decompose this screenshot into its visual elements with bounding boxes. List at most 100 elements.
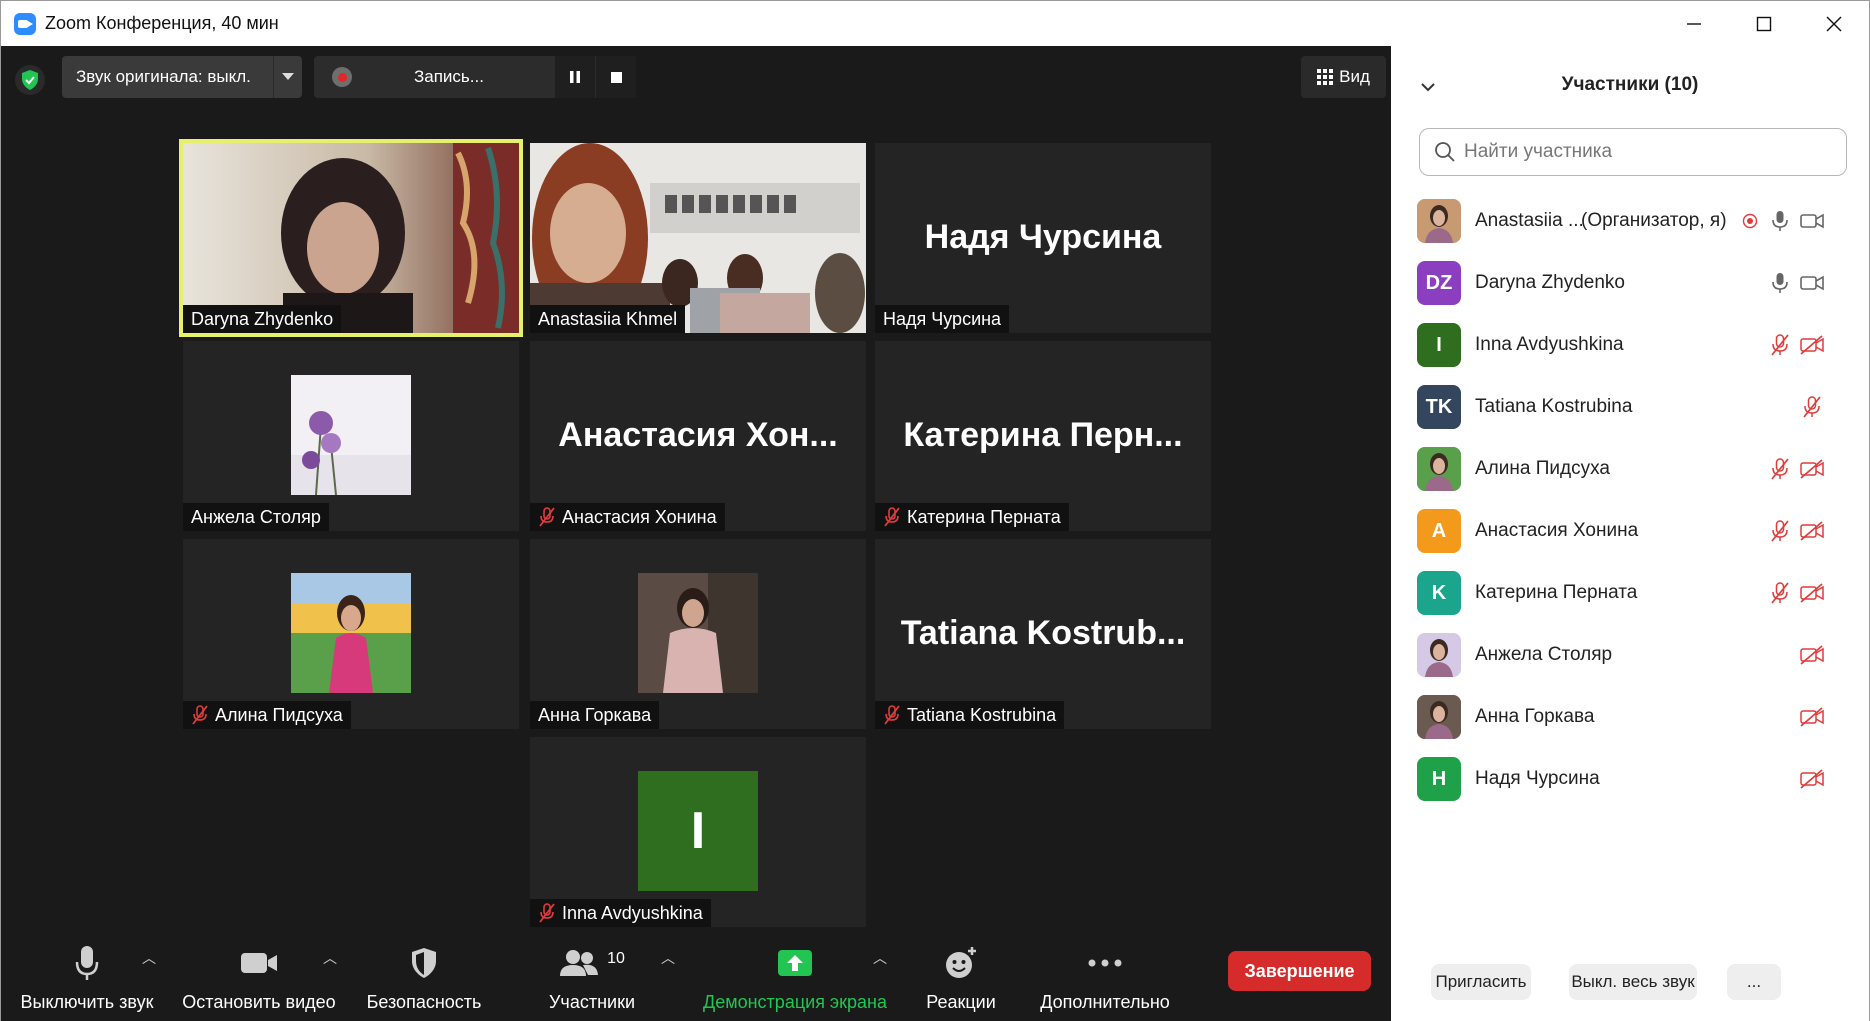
mic-muted-icon[interactable] — [1767, 518, 1793, 544]
mic-muted-icon[interactable] — [1799, 394, 1825, 420]
participant-name: Tatiana Kostrubina — [1475, 396, 1633, 417]
video-tile[interactable]: Анастасия Хон... Анастасия Хонина — [530, 341, 866, 531]
mic-muted-icon — [192, 705, 208, 725]
recording-bar: Запись... — [314, 56, 636, 98]
security-label: Безопасность — [366, 992, 482, 1012]
window-title: Zoom Конференция, 40 мин — [45, 13, 279, 33]
mic-muted-icon[interactable] — [1767, 332, 1793, 358]
stop-video-label: Остановить видео — [182, 992, 336, 1012]
participant-avatar — [291, 573, 411, 693]
participant-row[interactable]: Анна Горкава — [1391, 686, 1869, 748]
invite-button[interactable]: Пригласить — [1431, 964, 1531, 1000]
mute-button[interactable]: Выключить звук — [15, 934, 159, 1021]
microphone-icon[interactable] — [1767, 208, 1793, 234]
mute-all-button[interactable]: Выкл. весь звук — [1569, 964, 1697, 1000]
view-label: Вид — [1339, 67, 1370, 86]
video-tile[interactable]: Анна Горкава — [530, 539, 866, 729]
stop-video-button[interactable]: Остановить видео — [179, 934, 339, 1021]
participant-avatar: TK — [1417, 385, 1461, 429]
mic-muted-icon[interactable] — [1767, 456, 1793, 482]
video-tile[interactable]: Daryna Zhydenko — [179, 139, 523, 337]
video-off-icon[interactable] — [1799, 580, 1825, 606]
tile-big-name: Анастасия Хон... — [558, 416, 838, 454]
participant-avatar — [1417, 633, 1461, 677]
video-tile[interactable]: Анжела Столяр — [183, 341, 519, 531]
video-tile[interactable]: Anastasiia Khmel — [530, 143, 866, 333]
chevron-up-icon[interactable]: ︿ — [142, 948, 156, 968]
participant-row[interactable]: TK Tatiana Kostrubina — [1391, 376, 1869, 438]
video-tile[interactable]: Надя Чурсина Надя Чурсина — [875, 143, 1211, 333]
mute-label: Выключить звук — [20, 992, 154, 1012]
chevron-down-icon[interactable] — [273, 56, 302, 98]
tile-name-label: Анжела Столяр — [183, 503, 329, 531]
more-options-button[interactable]: ... — [1727, 964, 1781, 1000]
maximize-icon — [1756, 16, 1772, 31]
close-button[interactable] — [1799, 1, 1869, 46]
participant-avatar — [1417, 695, 1461, 739]
tile-name-label: Inna Avdyushkina — [530, 899, 711, 927]
participant-avatar: I — [1417, 323, 1461, 367]
end-meeting-button[interactable]: Завершение — [1228, 951, 1371, 991]
maximize-button[interactable] — [1729, 1, 1799, 46]
microphone-icon[interactable] — [1767, 270, 1793, 296]
panel-title: Участники (10) — [1561, 74, 1699, 95]
video-off-icon[interactable] — [1799, 704, 1825, 730]
video-off-icon[interactable] — [1799, 642, 1825, 668]
tile-name-label: Алина Пидсуха — [183, 701, 351, 729]
participant-row[interactable]: A Анастасия Хонина — [1391, 500, 1869, 562]
video-tile[interactable]: Катерина Перн... Катерина Перната — [875, 341, 1211, 531]
search-placeholder: Найти участника — [1464, 141, 1613, 162]
participants-label: Участники — [549, 992, 635, 1012]
panel-footer: Пригласить Выкл. весь звук ... — [1391, 964, 1869, 1008]
minimize-icon — [1687, 22, 1701, 25]
participant-avatar — [291, 375, 411, 495]
pause-recording-button[interactable] — [555, 56, 595, 98]
participant-avatar: DZ — [1417, 261, 1461, 305]
participant-row[interactable]: I Inna Avdyushkina — [1391, 314, 1869, 376]
tile-big-name: Катерина Перн... — [903, 416, 1183, 454]
original-audio-label: Звук оригинала: выкл. — [76, 67, 251, 86]
mic-muted-icon[interactable] — [1767, 580, 1793, 606]
participant-row[interactable]: DZ Daryna Zhydenko — [1391, 252, 1869, 314]
participant-row[interactable]: H Надя Чурсина — [1391, 748, 1869, 810]
participant-avatar — [638, 573, 758, 693]
encryption-shield-icon[interactable] — [15, 65, 45, 95]
more-button[interactable]: Дополнительно — [1031, 934, 1179, 1021]
recording-label: Запись... — [414, 67, 484, 86]
participant-row[interactable]: Анжела Столяр — [1391, 624, 1869, 686]
share-screen-button[interactable]: Демонстрация экрана — [699, 934, 891, 1021]
chevron-up-icon[interactable]: ︿ — [873, 948, 887, 968]
stop-recording-button[interactable] — [596, 56, 636, 98]
video-off-icon[interactable] — [1799, 518, 1825, 544]
video-camera-icon[interactable] — [1799, 270, 1825, 296]
video-tile[interactable]: Алина Пидсуха — [183, 539, 519, 729]
video-tile[interactable]: I Inna Avdyushkina — [530, 737, 866, 927]
minimize-button[interactable] — [1659, 1, 1729, 46]
participants-button[interactable]: 10 Участники — [539, 934, 645, 1021]
grid-icon — [1317, 69, 1334, 85]
search-icon — [1435, 142, 1455, 162]
video-camera-icon[interactable] — [1799, 208, 1825, 234]
reactions-button[interactable]: Реакции — [919, 934, 1003, 1021]
participant-row[interactable]: Алина Пидсуха — [1391, 438, 1869, 500]
video-tile[interactable]: Tatiana Kostrub... Tatiana Kostrubina — [875, 539, 1211, 729]
participant-row[interactable]: K Катерина Перната — [1391, 562, 1869, 624]
mic-muted-icon — [539, 507, 555, 527]
security-shield-icon — [412, 948, 436, 978]
participant-search-input[interactable]: Найти участника — [1419, 128, 1847, 176]
video-off-icon[interactable] — [1799, 332, 1825, 358]
video-off-icon[interactable] — [1799, 456, 1825, 482]
original-audio-button[interactable]: Звук оригинала: выкл. — [62, 56, 302, 98]
participant-row[interactable]: Anastasiia ... (Организатор, я) — [1391, 190, 1869, 252]
recording-icon — [332, 67, 352, 87]
pause-icon — [570, 71, 580, 83]
view-button[interactable]: Вид — [1301, 56, 1386, 98]
participants-panel: Участники (10) Найти участника Anastasii… — [1391, 46, 1869, 1021]
participant-role: (Организатор, я) — [1581, 210, 1727, 231]
chevron-up-icon[interactable]: ︿ — [323, 948, 337, 968]
chevron-up-icon[interactable]: ︿ — [661, 948, 675, 968]
security-button[interactable]: Безопасность — [363, 934, 485, 1021]
video-off-icon[interactable] — [1799, 766, 1825, 792]
zoom-logo-icon — [14, 12, 36, 35]
tile-name-label: Надя Чурсина — [875, 305, 1010, 333]
